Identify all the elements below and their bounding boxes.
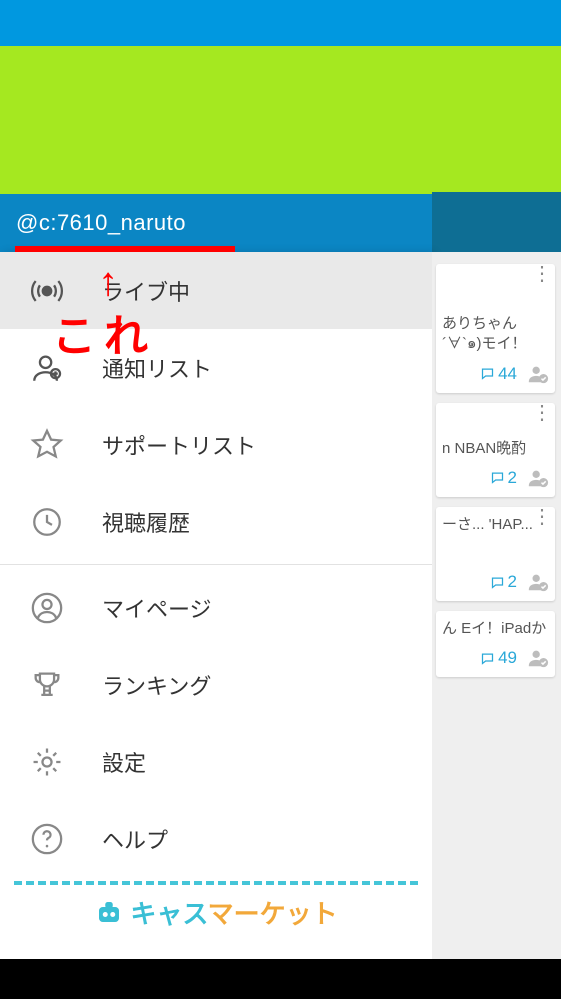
menu-item-label: 設定 [102,746,146,778]
menu-item-settings[interactable]: 設定 [0,723,432,800]
market-mascot-icon [94,897,124,927]
trophy-icon [30,668,64,702]
menu-divider [0,564,432,565]
menu-item-history[interactable]: 視聴履歴 [0,483,432,560]
menu-item-ranking[interactable]: ランキング [0,646,432,723]
menu-item-label: 視聴履歴 [102,506,190,538]
comment-count: 49 [480,648,517,668]
menu-item-label: サポートリスト [102,429,256,461]
nav-bar-blackout [0,959,561,999]
market-banner[interactable]: キャスマーケット [14,881,418,939]
comment-count: 44 [480,364,517,384]
menu-item-label: ランキング [102,669,211,701]
more-icon[interactable]: ⋮ [532,270,551,278]
clock-icon [30,505,64,539]
card-text: ありちゃん ´∀`๑)モイ！ [442,314,549,355]
comment-count: 2 [490,468,517,488]
live-card[interactable]: ⋮ ーさ... 'HAP... 2 [436,507,555,601]
broadcast-icon [30,274,64,308]
more-icon[interactable]: ⋮ [532,409,551,417]
user-plus-icon [30,351,64,385]
menu-item-label: ライブ中 [102,275,190,307]
live-card[interactable]: ん Eイ！iPadか 49 [436,611,555,677]
user-check-icon [527,647,549,669]
star-icon [30,428,64,462]
more-icon[interactable]: ⋮ [532,513,551,521]
menu-item-live[interactable]: ライブ中 [0,252,432,329]
app-root: @c:7610_naruto ライブ中 [0,0,561,999]
appbar-peek [432,192,561,252]
menu-item-help[interactable]: ヘルプ [0,800,432,877]
profile-icon [30,591,64,625]
gear-icon [30,745,64,779]
help-icon [30,822,64,856]
card-text: n NBAN晩酌 [442,439,549,459]
content-peek: ⋮ ありちゃん ´∀`๑)モイ！ 44 ⋮ n NBAN晩酌 2 [432,252,561,962]
card-text: ん Eイ！iPadか [442,619,549,639]
live-card[interactable]: ⋮ n NBAN晩酌 2 [436,403,555,497]
highlight-banner [0,46,561,194]
annotation-underline [15,246,235,252]
menu-item-notify[interactable]: 通知リスト [0,329,432,406]
user-check-icon [527,467,549,489]
status-bar [0,0,561,46]
menu-item-mypage[interactable]: マイページ [0,569,432,646]
user-check-icon [527,363,549,385]
side-drawer: ライブ中 通知リスト サポートリスト [0,252,432,962]
menu-item-label: 通知リスト [102,352,212,384]
user-handle: @c:7610_naruto [16,210,186,236]
live-card[interactable]: ⋮ ありちゃん ´∀`๑)モイ！ 44 [436,264,555,393]
user-check-icon [527,571,549,593]
menu-item-label: ヘルプ [102,823,168,855]
menu-item-support[interactable]: サポートリスト [0,406,432,483]
market-brand-text: キャスマーケット [130,894,337,931]
comment-count: 2 [490,572,517,592]
menu-item-label: マイページ [102,592,212,624]
